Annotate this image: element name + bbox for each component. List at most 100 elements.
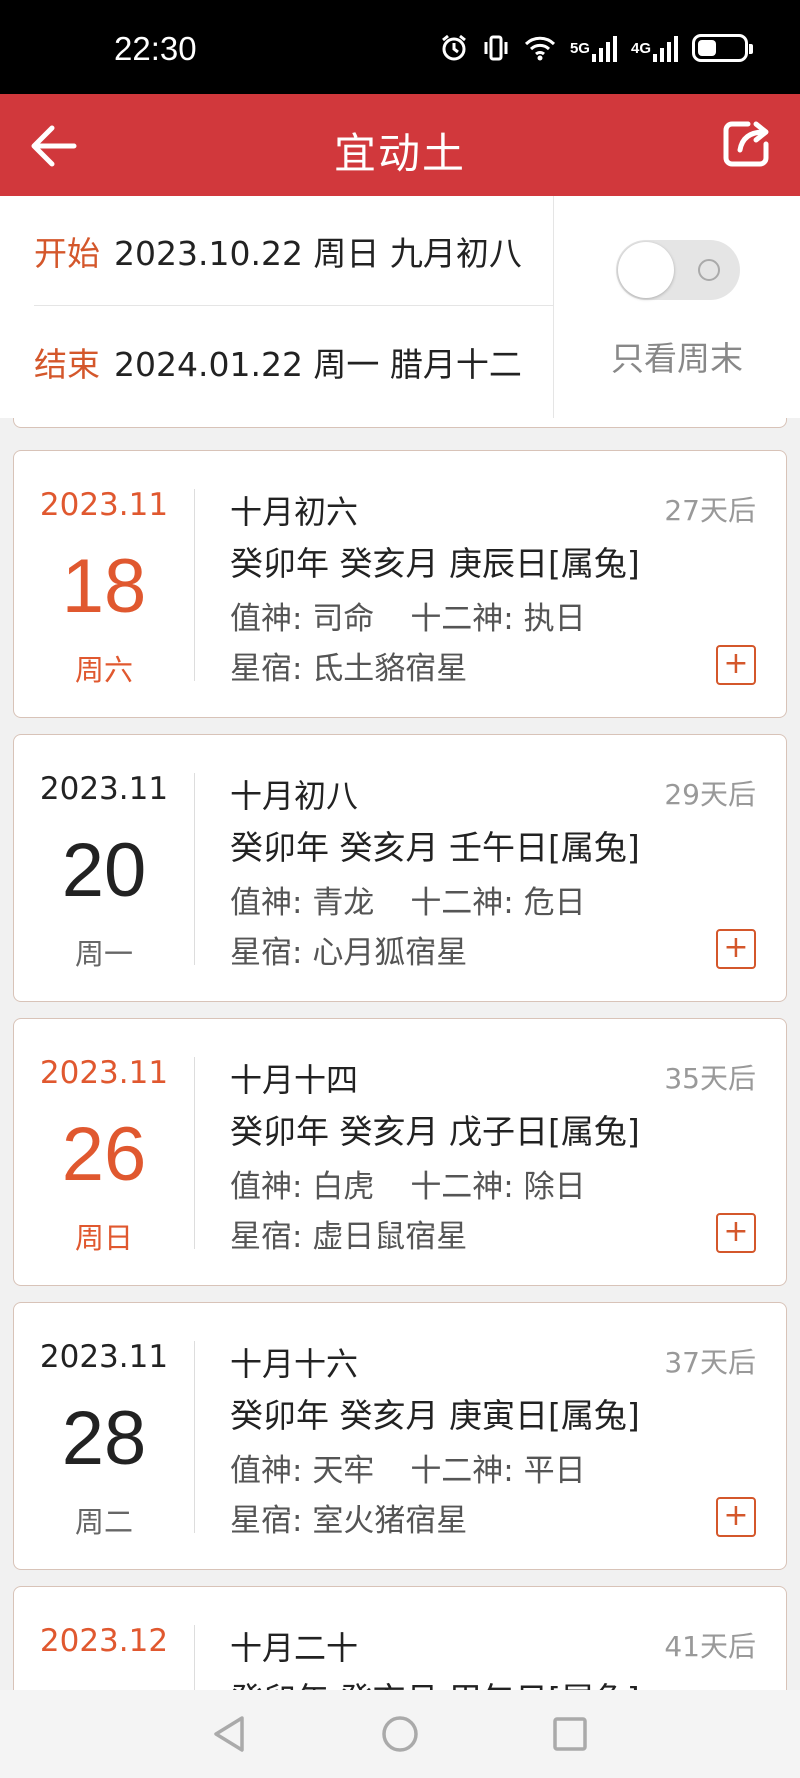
card-weekday: 周二 xyxy=(74,1505,133,1539)
card-date-column: 2023.11 28 周二 xyxy=(14,1303,194,1569)
card-spirit-row: 值神: 白虎 十二神: 除日 xyxy=(230,1161,586,1206)
system-nav-bar xyxy=(0,1690,800,1778)
add-reminder-button[interactable]: + xyxy=(716,1497,756,1537)
wifi-icon xyxy=(524,35,556,61)
previous-card-edge xyxy=(13,418,787,428)
toggle-knob xyxy=(618,242,674,298)
shier-value: 执日 xyxy=(523,601,586,637)
xingxiu-label: 星宿: xyxy=(230,1219,303,1255)
card-days-after: 41天后 xyxy=(664,1630,756,1663)
xingxiu-label: 星宿: xyxy=(230,935,303,971)
battery-icon xyxy=(692,34,753,62)
date-list[interactable]: 2023.11 18 周六 十月初六 癸卯年 癸亥月 庚辰日[属兔] 值神: 司命 十二神:… xyxy=(0,418,800,1690)
card-date-column: 2023.11 18 周六 xyxy=(14,451,194,717)
shier-label: 十二神: xyxy=(410,601,514,637)
add-reminder-button[interactable]: + xyxy=(716,1213,756,1253)
zhishen-value: 司命 xyxy=(312,601,375,637)
card-divider xyxy=(194,773,195,965)
share-button[interactable] xyxy=(718,116,774,172)
status-icons: 5G 4G xyxy=(440,34,753,62)
weekend-only-label: 只看周末 xyxy=(611,339,743,378)
card-day-number: 20 xyxy=(61,828,147,913)
alarm-icon xyxy=(440,34,468,62)
start-date-value: 2023.10.22 周日 九月初八 xyxy=(114,233,522,273)
add-reminder-button[interactable]: + xyxy=(716,929,756,969)
zhishen-label: 值神: xyxy=(230,1169,303,1205)
date-card[interactable]: 2023.11 28 周二 十月十六 癸卯年 癸亥月 庚寅日[属兔] 值神: 天牢 十二神:… xyxy=(13,1302,787,1570)
triangle-back-icon xyxy=(214,1716,244,1752)
shier-label: 十二神: xyxy=(410,1453,514,1489)
nav-back-button[interactable] xyxy=(204,1708,256,1760)
zhishen-value: 白虎 xyxy=(312,1169,375,1205)
shier-value: 除日 xyxy=(523,1169,586,1205)
card-lunar-date: 十月初八 xyxy=(230,777,359,815)
xingxiu-value: 虚日鼠宿星 xyxy=(312,1219,468,1255)
network-5g: 5G xyxy=(570,34,617,62)
network-4g: 4G xyxy=(631,34,678,62)
card-spirit-row: 值神: 青龙 十二神: 危日 xyxy=(230,877,586,922)
date-card[interactable]: 2023.11 26 周日 十月十四 癸卯年 癸亥月 戊子日[属兔] 值神: 白虎 十二神:… xyxy=(13,1018,787,1286)
card-ganzhi: 癸卯年 癸亥月 壬午日[属兔] xyxy=(230,828,640,867)
start-label: 开始 xyxy=(34,233,100,273)
zhishen-value: 天牢 xyxy=(312,1453,375,1489)
zhishen-label: 值神: xyxy=(230,1453,303,1489)
shier-label: 十二神: xyxy=(410,885,514,921)
card-year-month: 2023.11 xyxy=(39,1339,169,1375)
page-title: 宜动土 xyxy=(333,129,466,178)
xingxiu-label: 星宿: xyxy=(230,1503,303,1539)
date-card[interactable]: 2023.11 18 周六 十月初六癸卯年 癸亥月 庚辰日[属兔] 值神: 司命 十二神:… xyxy=(13,450,787,718)
toggle-off-icon xyxy=(698,259,720,281)
shier-value: 平日 xyxy=(523,1453,586,1489)
shier-label: 十二神: xyxy=(410,1169,514,1205)
weekend-only-toggle[interactable] xyxy=(616,240,740,300)
start-date-field[interactable]: 开始 2023.10.22 周日 九月初八 xyxy=(34,196,554,306)
card-weekday: 周一 xyxy=(74,937,133,971)
card-divider xyxy=(194,1057,195,1249)
xingxiu-label: 星宿: xyxy=(230,651,303,687)
card-spirit-row: 值神: 天牢 十二神: 平日 xyxy=(230,1445,586,1490)
card-days-after: 37天后 xyxy=(664,1346,756,1379)
zhishen-label: 值神: xyxy=(230,601,303,637)
card-year-month: 2023.11 xyxy=(39,487,169,523)
card-weekday: 周日 xyxy=(74,1221,133,1255)
battery-level xyxy=(698,40,716,56)
app-bar: 宜动土 xyxy=(0,94,800,196)
xingxiu-value: 室火猪宿星 xyxy=(312,1503,468,1539)
add-reminder-button[interactable]: + xyxy=(716,645,756,685)
date-card[interactable]: 2023.12 十月二十癸卯年 癸亥月 甲午日[属兔] 41天后 xyxy=(13,1586,787,1690)
card-weekday: 周六 xyxy=(74,653,133,687)
end-label: 结束 xyxy=(34,345,100,384)
card-ganzhi: 癸卯年 癸亥月 庚寅日[属兔] xyxy=(230,1396,640,1435)
zhishen-label: 值神: xyxy=(230,885,303,921)
circle-home-icon xyxy=(382,1716,418,1752)
card-star-row: 星宿: 室火猪宿星 xyxy=(230,1495,467,1540)
card-year-month: 2023.11 xyxy=(39,1055,169,1091)
card-lunar-date: 十月初六 xyxy=(230,493,359,531)
date-range-panel: 开始 2023.10.22 周日 九月初八 结束 2024.01.22 周一 腊… xyxy=(0,196,800,418)
nav-home-button[interactable] xyxy=(374,1708,426,1760)
card-days-after: 29天后 xyxy=(664,778,756,811)
nav-recent-button[interactable] xyxy=(544,1708,596,1760)
square-recent-icon xyxy=(553,1717,587,1751)
card-star-row: 星宿: 心月狐宿星 xyxy=(230,927,467,972)
share-icon xyxy=(723,121,769,167)
card-date-column: 2023.12 xyxy=(14,1587,194,1690)
xingxiu-value: 氐土貉宿星 xyxy=(312,651,468,687)
card-divider xyxy=(194,489,195,681)
card-ganzhi: 癸卯年 癸亥月 甲午日[属兔] xyxy=(230,1673,640,1690)
date-range-fields: 开始 2023.10.22 周日 九月初八 结束 2024.01.22 周一 腊… xyxy=(0,196,554,418)
card-day-number: 18 xyxy=(61,544,147,629)
card-lunar-date: 十月十四 xyxy=(230,1061,359,1099)
card-ganzhi: 癸卯年 癸亥月 戊子日[属兔] xyxy=(230,1112,640,1151)
status-bar: 22:30 5G 4G xyxy=(0,0,800,94)
signal-icon-1 xyxy=(591,34,617,62)
card-date-column: 2023.11 20 周一 xyxy=(14,735,194,1001)
end-date-value: 2024.01.22 周一 腊月十二 xyxy=(114,345,522,384)
end-date-field[interactable]: 结束 2024.01.22 周一 腊月十二 xyxy=(34,307,554,417)
card-ganzhi: 癸卯年 癸亥月 庚辰日[属兔] xyxy=(230,544,640,583)
card-divider xyxy=(194,1341,195,1533)
card-days-after: 27天后 xyxy=(664,494,756,527)
date-card[interactable]: 2023.11 20 周一 十月初八 癸卯年 癸亥月 壬午日[属兔] 值神: 青龙 十二神:… xyxy=(13,734,787,1002)
vibrate-icon xyxy=(482,34,510,62)
card-star-row: 星宿: 氐土貉宿星 xyxy=(230,643,467,688)
